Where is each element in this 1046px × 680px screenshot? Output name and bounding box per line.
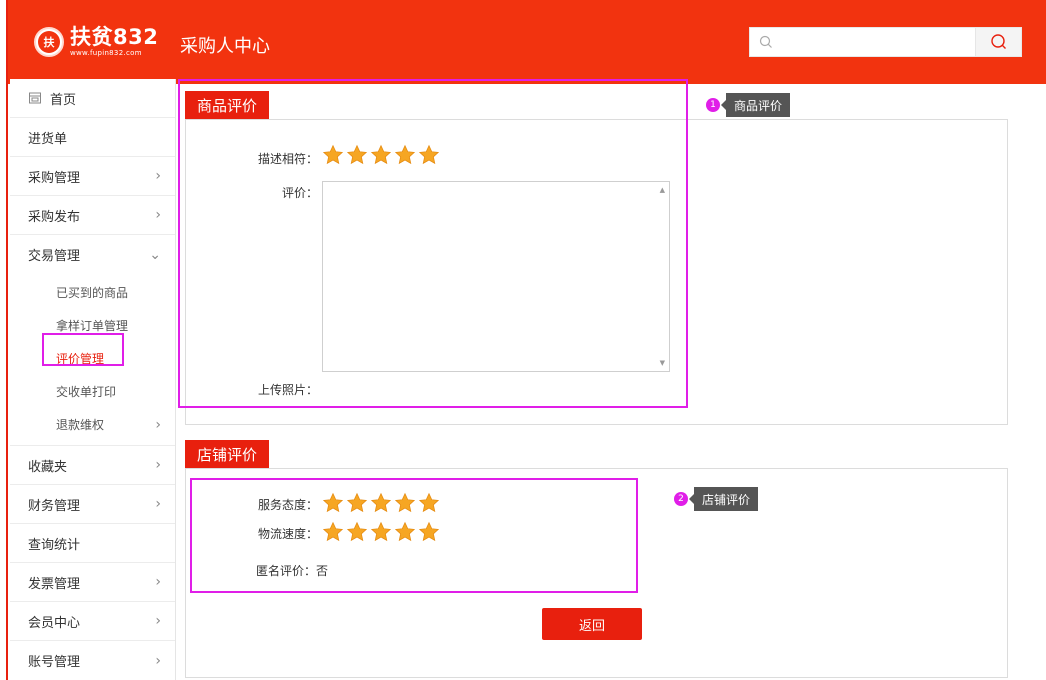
chevron-right-icon: › <box>155 574 161 590</box>
logo-main-text: 扶贫832 <box>70 25 159 49</box>
service-attitude-label: 服务态度： <box>257 498 318 512</box>
callout-text: 商品评价 <box>720 93 791 117</box>
comment-label: 评价： <box>281 186 318 200</box>
search-input[interactable] <box>750 28 975 56</box>
logo-emblem-icon: 扶 <box>34 27 64 57</box>
svg-text:扶: 扶 <box>44 35 56 49</box>
logo-url-text: www.fupin832.com <box>70 49 142 57</box>
chevron-right-icon: › <box>155 168 161 184</box>
callout-shop-review: 2 店铺评价 <box>674 487 759 511</box>
sidebar-item-label: 进货单 <box>28 131 68 147</box>
page-title: 采购人中心 <box>180 36 270 57</box>
star-icon[interactable] <box>346 521 368 543</box>
sidebar: 首页 进货单 采购管理 › 采购发布 › 交易管理 ⌄ 已买到的商品 拿样订单管… <box>10 79 176 680</box>
star-icon[interactable] <box>322 492 344 514</box>
product-review-tag: 商品评价 <box>185 91 270 119</box>
service-rating-stars[interactable] <box>322 492 442 514</box>
logistics-rating-stars[interactable] <box>322 521 442 543</box>
upload-photo-label: 上传照片： <box>257 383 318 397</box>
star-icon[interactable] <box>370 492 392 514</box>
sidebar-item-label: 首页 <box>50 92 77 108</box>
star-icon[interactable] <box>418 492 440 514</box>
star-icon[interactable] <box>346 144 368 166</box>
sidebar-subitem-sample-orders[interactable]: 拿样订单管理 <box>10 309 175 342</box>
sidebar-item-purchase-list[interactable]: 进货单 <box>10 118 175 157</box>
sidebar-subitem-label: 拿样订单管理 <box>56 319 129 333</box>
callout-product-review: 1 商品评价 <box>706 93 791 117</box>
sidebar-item-home[interactable]: 首页 <box>10 79 175 118</box>
anonymous-review-text: 匿名评价：否 <box>256 564 329 578</box>
sidebar-item-label: 采购管理 <box>28 170 81 186</box>
sidebar-subitem-label: 交收单打印 <box>56 385 117 399</box>
site-logo[interactable]: 扶 扶贫832 www.fupin832.com <box>34 24 158 60</box>
describe-rating-stars[interactable] <box>322 144 442 166</box>
sidebar-item-purchase-publish[interactable]: 采购发布 › <box>10 196 175 235</box>
chevron-right-icon: › <box>155 652 161 669</box>
search-button[interactable] <box>975 28 1021 56</box>
sidebar-subitem-purchased[interactable]: 已买到的商品 <box>10 276 175 309</box>
sidebar-item-invoice[interactable]: 发票管理 › <box>10 563 175 602</box>
sidebar-item-purchase-management[interactable]: 采购管理 › <box>10 157 175 196</box>
describe-match-label: 描述相符： <box>257 152 318 166</box>
sidebar-item-label: 发票管理 <box>28 576 81 592</box>
star-icon[interactable] <box>346 492 368 514</box>
star-icon[interactable] <box>418 144 440 166</box>
star-icon[interactable] <box>394 492 416 514</box>
comment-textarea[interactable]: ▲ ▼ <box>322 181 670 372</box>
scroll-down-icon[interactable]: ▼ <box>660 359 665 367</box>
chevron-right-icon: › <box>155 416 161 433</box>
star-icon[interactable] <box>394 521 416 543</box>
sidebar-item-trade-management[interactable]: 交易管理 ⌄ <box>10 235 175 274</box>
sidebar-item-favorites[interactable]: 收藏夹 › <box>10 446 175 485</box>
trade-submenu: 已买到的商品 拿样订单管理 评价管理 交收单打印 退款维权 › <box>10 274 175 446</box>
star-icon[interactable] <box>322 144 344 166</box>
chevron-right-icon: › <box>155 207 161 223</box>
star-icon[interactable] <box>418 521 440 543</box>
sidebar-subitem-refund[interactable]: 退款维权 › <box>10 408 175 441</box>
back-button[interactable]: 返回 <box>542 608 642 640</box>
sidebar-item-label: 查询统计 <box>28 537 81 553</box>
search-submit-icon <box>990 34 1006 49</box>
sidebar-item-account[interactable]: 账号管理 › <box>10 641 175 680</box>
star-icon[interactable] <box>394 144 416 166</box>
sidebar-item-label: 采购发布 <box>28 209 81 225</box>
sidebar-subitem-label: 退款维权 <box>56 418 105 432</box>
sidebar-item-finance[interactable]: 财务管理 › <box>10 485 175 524</box>
sidebar-item-label: 财务管理 <box>28 498 81 514</box>
callout-number: 2 <box>674 492 688 506</box>
callout-text: 店铺评价 <box>688 487 759 511</box>
sidebar-item-label: 收藏夹 <box>28 459 68 475</box>
sidebar-item-label: 会员中心 <box>28 615 81 631</box>
chevron-right-icon: › <box>155 496 161 512</box>
star-icon[interactable] <box>370 521 392 543</box>
shop-review-tag: 店铺评价 <box>185 440 270 468</box>
chevron-right-icon: › <box>155 613 161 629</box>
chevron-right-icon: › <box>155 457 161 473</box>
sidebar-subitem-label: 已买到的商品 <box>56 286 129 300</box>
star-icon[interactable] <box>370 144 392 166</box>
search-box <box>749 27 1022 57</box>
sidebar-subitem-label: 评价管理 <box>56 352 105 366</box>
sidebar-subitem-receipt-print[interactable]: 交收单打印 <box>10 375 175 408</box>
scroll-up-icon[interactable]: ▲ <box>660 186 665 194</box>
chevron-down-icon: ⌄ <box>149 246 161 263</box>
sidebar-item-label: 账号管理 <box>28 655 81 670</box>
callout-number: 1 <box>706 98 720 112</box>
star-icon[interactable] <box>322 521 344 543</box>
sidebar-item-member-center[interactable]: 会员中心 › <box>10 602 175 641</box>
sidebar-item-statistics[interactable]: 查询统计 <box>10 524 175 563</box>
top-header: 扶 扶贫832 www.fupin832.com 采购人中心 <box>8 0 1046 84</box>
logistics-speed-label: 物流速度： <box>257 527 318 541</box>
page-frame <box>0 0 8 680</box>
sidebar-item-label: 交易管理 <box>28 249 81 264</box>
sidebar-subitem-review-management[interactable]: 评价管理 <box>10 342 175 375</box>
home-icon <box>29 92 41 104</box>
